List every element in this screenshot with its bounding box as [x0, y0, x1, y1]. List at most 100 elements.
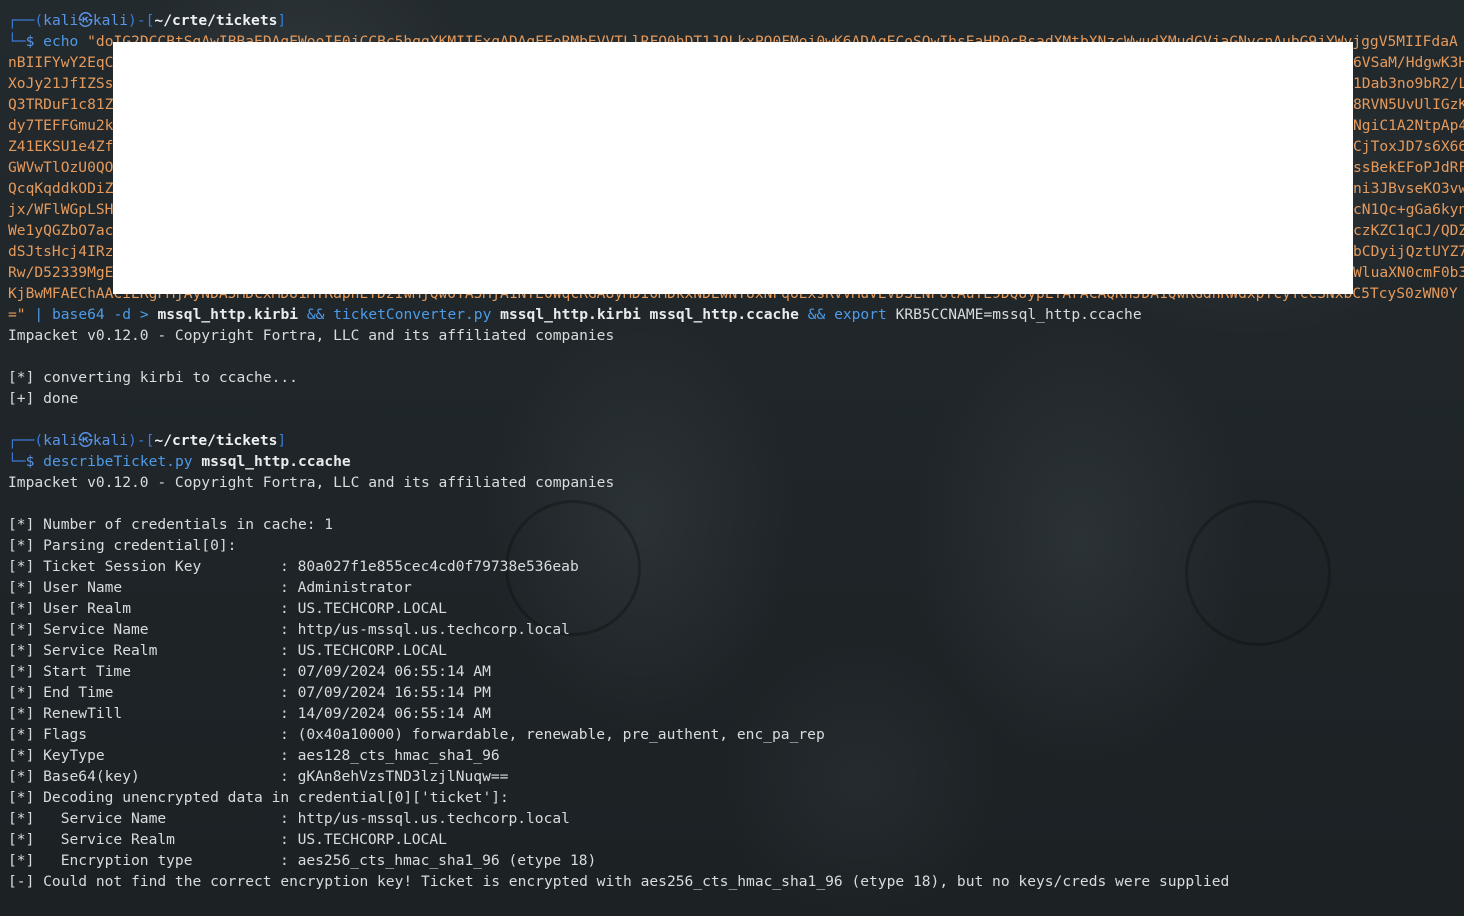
ticket-field-row: [*] Start Time : 07/09/2024 06:55:14 AM	[8, 661, 1458, 682]
field-key: [*] Start Time	[8, 663, 132, 680]
field-value: : Administrator	[280, 579, 412, 596]
base64-left-fragment: GWVwTlOzU0QOi	[8, 159, 123, 176]
base64-right-fragment: ssBekEFoPJdRF	[1353, 159, 1464, 176]
parsing-credential: [*] Parsing credential[0]:	[8, 537, 237, 554]
field-value: : http/us-mssql.us.techcorp.local	[280, 810, 570, 827]
field-key: [*] End Time	[8, 684, 114, 701]
ccache-file-arg: mssql_http.ccache	[201, 453, 351, 470]
field-value: : (0x40a10000) forwardable, renewable, p…	[280, 726, 825, 743]
field-value: : 07/09/2024 06:55:14 AM	[280, 663, 491, 680]
string-end: ="	[8, 306, 26, 323]
field-key: [*] Service Realm	[8, 642, 158, 659]
ticket-field-row: [*] End Time : 07/09/2024 16:55:14 PM	[8, 682, 1458, 703]
base64-right-fragment: ni3JBvseKO3vw	[1353, 180, 1464, 197]
kirbi-file-arg: mssql_http.kirbi	[157, 306, 299, 323]
converter-args: mssql_http.kirbi mssql_http.ccache	[500, 306, 799, 323]
field-value: : US.TECHCORP.LOCAL	[280, 600, 447, 617]
describe-ticket-command: describeTicket.py	[43, 453, 193, 470]
field-value: : http/us-mssql.us.techcorp.local	[280, 621, 570, 638]
command-tail-line: =" | base64 -d > mssql_http.kirbi && tic…	[8, 304, 1458, 325]
base64-right-fragment: cN1Qc+gGa6kyn	[1353, 201, 1464, 218]
ticket-field-row: [*] Base64(key) : gKAn8ehVzsTND3lzjlNuqw=…	[8, 766, 1458, 787]
field-key: [*] Ticket Session Key	[8, 558, 202, 575]
base64-left-fragment: XoJy21JfIZSsO	[8, 75, 123, 92]
ticket-field-row: [*] User Realm : US.TECHCORP.LOCAL	[8, 598, 1458, 619]
redaction-box	[113, 42, 1353, 294]
base64-left-fragment: nBIIFYwY2EqCy	[8, 54, 123, 71]
base64-right-fragment: CjToxJD7s6X66	[1353, 138, 1464, 155]
field-value: : 07/09/2024 16:55:14 PM	[280, 684, 491, 701]
field-value: : US.TECHCORP.LOCAL	[280, 642, 447, 659]
ticket-subfield-row: [*] Service Name : http/us-mssql.us.techc…	[8, 808, 1458, 829]
base64-left-fragment: Q3TRDuF1c81Zi	[8, 96, 123, 113]
redirect-operator: >	[139, 306, 149, 323]
prompt-line-1: ┌──(kali㉿kali)-[~/crte/tickets]	[8, 12, 287, 29]
echo-command: echo	[43, 33, 79, 50]
prompt-user-host: kali㉿kali	[43, 432, 129, 449]
field-key: [*] Service Realm	[8, 831, 175, 848]
base64-right-fragment: bCDyijQztUYZ7	[1353, 243, 1464, 260]
field-value: : 14/09/2024 06:55:14 AM	[280, 705, 491, 722]
ticket-field-row: [*] KeyType : aes128_cts_hmac_sha1_96	[8, 745, 1458, 766]
prompt-user-host: kali㉿kali	[43, 12, 129, 29]
credentials-count: [*] Number of credentials in cache: 1	[8, 516, 334, 533]
base64-right-fragment: WluaXN0cmF0b3	[1353, 264, 1464, 281]
field-value: : US.TECHCORP.LOCAL	[280, 831, 447, 848]
export-command: export	[834, 306, 887, 323]
and-operator: &&	[306, 306, 325, 323]
impacket-banner: Impacket v0.12.0 - Copyright Fortra, LLC…	[8, 327, 615, 344]
base64-left-fragment: dy7TEFFGmu2km	[8, 117, 123, 134]
pipe-operator: |	[34, 306, 44, 323]
ticket-field-row: [*] Flags : (0x40a10000) forwardable, ren…	[8, 724, 1458, 745]
field-key: [*] RenewTill	[8, 705, 123, 722]
prompt-line-2: ┌──(kali㉿kali)-[~/crte/tickets]	[8, 432, 287, 449]
ticket-field-row: [*] Service Realm : US.TECHCORP.LOCAL	[8, 640, 1458, 661]
ticket-field-row: [*] User Name : Administrator	[8, 577, 1458, 598]
decode-flag: -d	[113, 306, 132, 323]
prompt-cwd: ~/crte/tickets	[154, 12, 278, 29]
base64-left-fragment: We1yQGZbO7ac7	[8, 222, 123, 239]
field-value: : aes256_cts_hmac_sha1_96 (etype 18)	[280, 852, 597, 869]
base64-left-fragment: Z41EKSU1e4Zfe	[8, 138, 123, 155]
field-key: [*] Service Name	[8, 621, 149, 638]
prompt-dollar: $	[25, 453, 35, 470]
base64-right-fragment: 8RVN5UvUlIGzK	[1353, 96, 1464, 113]
field-key: [*] Service Name	[8, 810, 167, 827]
ticket-converter-command: ticketConverter.py	[333, 306, 492, 323]
command-line-2: └─$ describeTicket.py mssql_http.ccache	[8, 453, 351, 470]
base64-left-fragment: jx/WFlWGpLSHg	[8, 201, 123, 218]
and-operator: &&	[807, 306, 826, 323]
ticket-field-row: [*] Ticket Session Key: 80a027f1e855cec4…	[8, 556, 1458, 577]
base64-right-fragment: NgiC1A2NtpAp4	[1353, 117, 1464, 134]
base64-right-fragment: 6VSaM/HdgwK3H	[1353, 54, 1464, 71]
field-value: : aes128_cts_hmac_sha1_96	[280, 747, 500, 764]
prompt-dollar: $	[25, 33, 35, 50]
ticket-field-row: [*] Service Name : http/us-mssql.us.techc…	[8, 619, 1458, 640]
base64-right-fragment: 1Dab3no9bR2/L	[1353, 75, 1464, 92]
field-key: [*] Encryption type	[8, 852, 193, 869]
prompt-cwd: ~/crte/tickets	[154, 432, 278, 449]
converting-status: [*] converting kirbi to ccache...	[8, 369, 298, 386]
base64-right-fragment: czKZC1qCJ/QDZ	[1353, 222, 1464, 239]
field-key: [*] KeyType	[8, 747, 105, 764]
impacket-banner: Impacket v0.12.0 - Copyright Fortra, LLC…	[8, 474, 615, 491]
export-arg: KRB5CCNAME=mssql_http.ccache	[895, 306, 1142, 323]
base64-command: base64	[51, 306, 105, 323]
ticket-subfield-row: [*] Encryption type : aes256_cts_hmac_sha…	[8, 850, 1458, 871]
decoding-header: [*] Decoding unencrypted data in credent…	[8, 789, 509, 806]
field-key: [*] User Realm	[8, 600, 132, 617]
field-key: [*] User Name	[8, 579, 123, 596]
base64-left-fragment: QcqKqddkODiZh	[8, 180, 123, 197]
error-message: [-] Could not find the correct encryptio…	[8, 873, 1230, 890]
field-key: [*] Flags	[8, 726, 88, 743]
field-value: : gKAn8ehVzsTND3lzjlNuqw==	[280, 768, 509, 785]
done-status: [+] done	[8, 390, 79, 407]
field-key: [*] Base64(key)	[8, 768, 140, 785]
base64-left-fragment: Rw/D52339MgEb	[8, 264, 123, 281]
ticket-subfield-row: [*] Service Realm : US.TECHCORP.LOCAL	[8, 829, 1458, 850]
base64-left-fragment: dSJtsHcj4IRzK	[8, 243, 123, 260]
ticket-field-row: [*] RenewTill : 14/09/2024 06:55:14 AM	[8, 703, 1458, 724]
